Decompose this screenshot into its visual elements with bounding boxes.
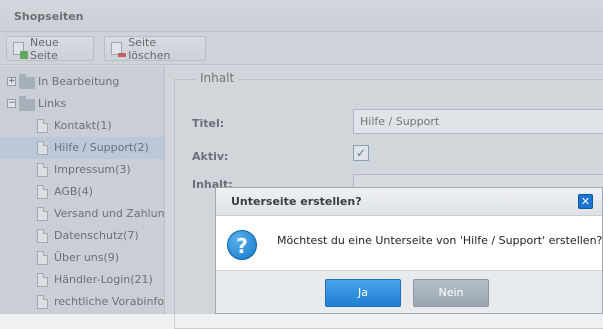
dialog-header: Unterseite erstellen? ✕: [216, 188, 602, 216]
no-button[interactable]: Nein: [413, 279, 489, 307]
question-icon: ?: [227, 230, 257, 260]
dialog-footer: Ja Nein: [216, 270, 602, 313]
confirm-dialog: Unterseite erstellen? ✕ ? Möchtest du ei…: [215, 187, 603, 314]
dialog-message: Möchtest du eine Unterseite von 'Hilfe /…: [277, 234, 603, 247]
close-icon[interactable]: ✕: [578, 194, 593, 209]
yes-button[interactable]: Ja: [325, 279, 401, 307]
dialog-title: Unterseite erstellen?: [231, 195, 362, 208]
